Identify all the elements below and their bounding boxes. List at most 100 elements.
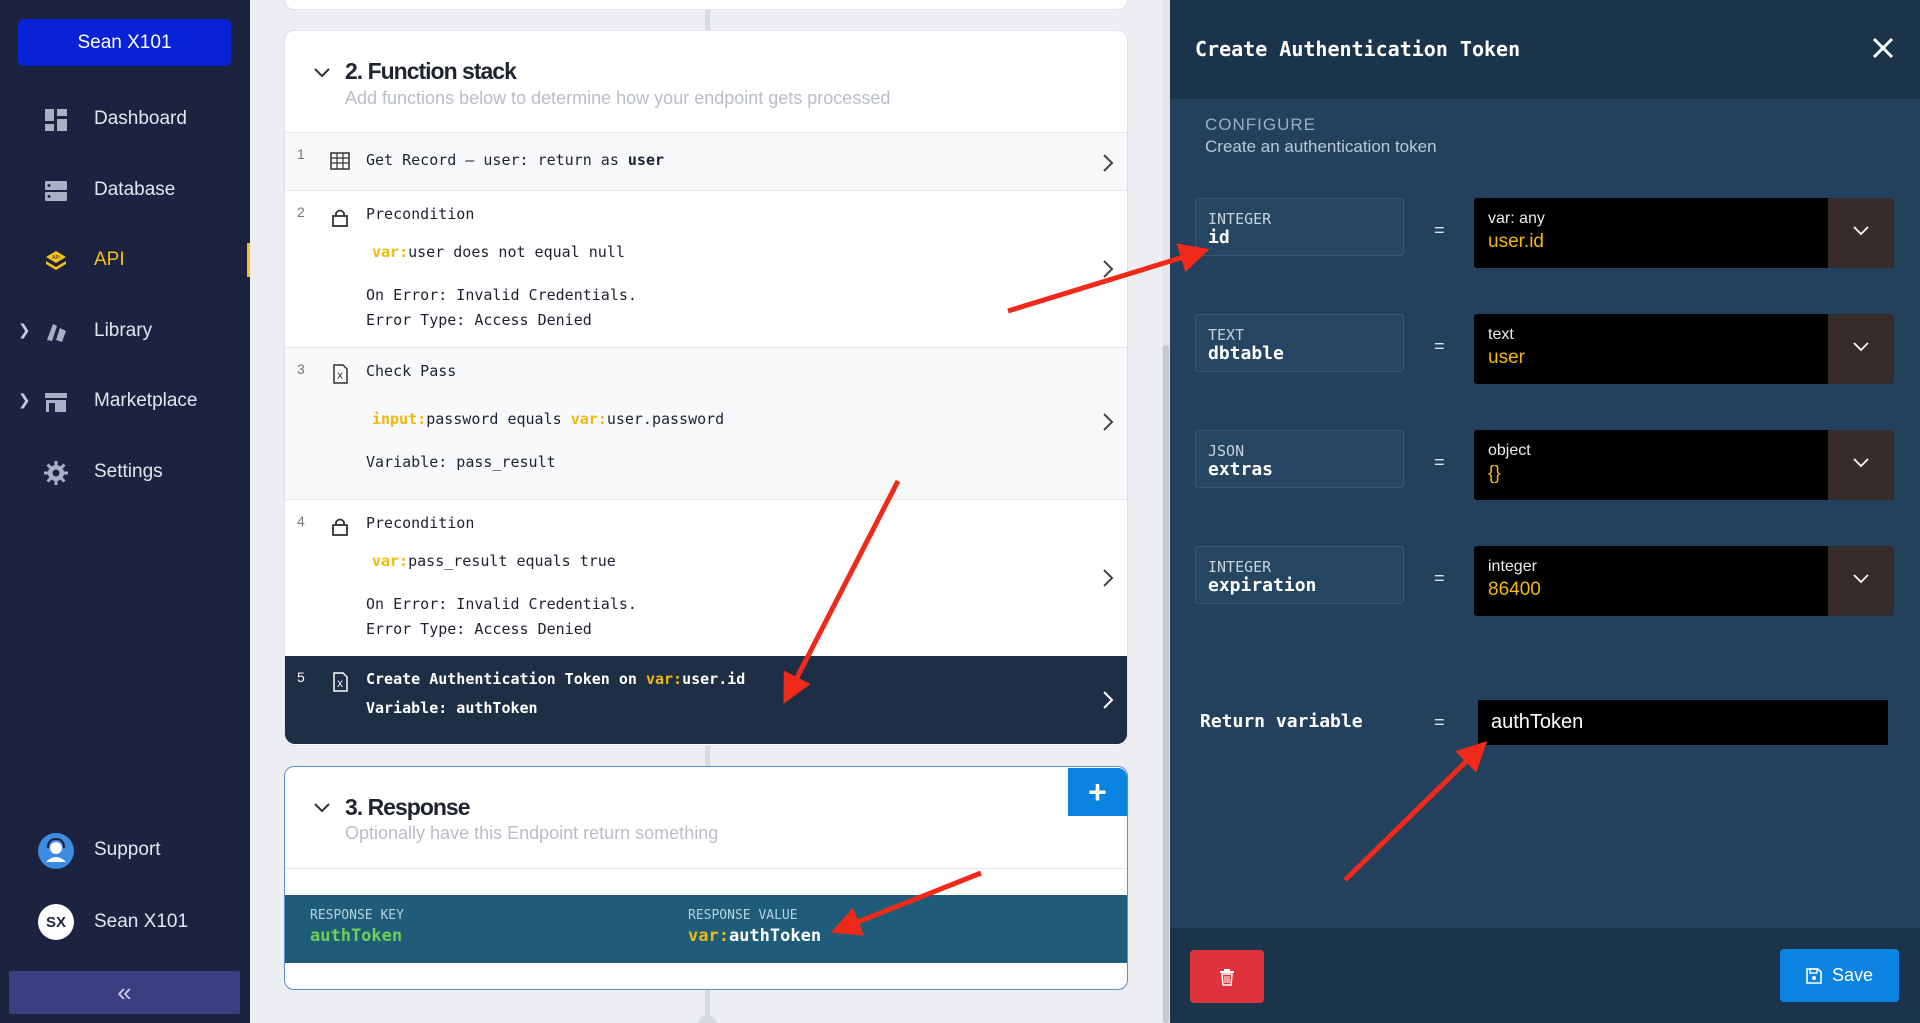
sidebar-item-label: Library: [94, 320, 153, 341]
step-expression: input:password equals var:user.password: [372, 410, 725, 428]
lock-icon: [332, 518, 348, 536]
function-step[interactable]: 3 X Check Pass input:password equals var…: [285, 347, 1127, 499]
response-key-value: authToken: [310, 926, 403, 946]
function-step[interactable]: 2 Precondition var:user does not equal n…: [285, 190, 1127, 347]
chevron-down-icon: [1853, 226, 1869, 236]
function-step[interactable]: 1 Get Record – user: return as user: [285, 132, 1127, 190]
user-name[interactable]: Sean X101: [94, 897, 244, 947]
marketplace-icon: [45, 393, 67, 412]
sidebar-item-label: Database: [94, 179, 176, 200]
sidebar-item-dashboard[interactable]: Dashboard: [0, 94, 250, 144]
step-number: 3: [297, 361, 305, 377]
chevron-down-icon: [1853, 574, 1869, 584]
chevron-down-icon[interactable]: [313, 799, 331, 817]
table-icon: [330, 152, 350, 170]
equals-sign: =: [1434, 568, 1445, 588]
param-key-id: INTEGER id: [1195, 198, 1404, 256]
avatar[interactable]: SX: [38, 904, 74, 940]
function-step[interactable]: 4 Precondition var:pass_result equals tr…: [285, 499, 1127, 656]
equals-sign: =: [1434, 452, 1445, 472]
param-value-input[interactable]: object{}: [1474, 430, 1828, 500]
param-value-input[interactable]: var: any user.id: [1474, 198, 1828, 268]
function-step-selected[interactable]: 5 X Create Authentication Token on var:u…: [285, 656, 1127, 744]
param-key-extras: JSON extras: [1195, 430, 1404, 488]
sidebar-item-support[interactable]: Support: [0, 825, 250, 875]
sidebar-item-api[interactable]: API API: [0, 235, 250, 285]
step-variable: Variable: pass_result: [366, 453, 556, 471]
param-dropdown-button[interactable]: [1828, 430, 1894, 500]
user-name-label: Sean X101: [94, 911, 189, 932]
chevron-down-icon: [1853, 342, 1869, 352]
step-expression: var:pass_result equals true: [372, 552, 616, 570]
workspace-button[interactable]: Sean X101: [18, 19, 231, 66]
panel-header: Create Authentication Token: [1170, 0, 1920, 99]
equals-sign: =: [1434, 712, 1445, 732]
double-chevron-left-icon: «: [117, 977, 132, 1007]
step-title: Precondition: [366, 205, 475, 223]
delete-button[interactable]: [1190, 950, 1264, 1003]
add-response-button[interactable]: +: [1068, 768, 1127, 816]
trash-icon: [1220, 969, 1234, 986]
sidebar-item-library[interactable]: ❯ Library: [0, 306, 250, 356]
chevron-right-icon[interactable]: [1101, 568, 1115, 588]
return-variable-label: Return variable: [1200, 711, 1363, 732]
svg-text:X: X: [337, 372, 343, 382]
sidebar-item-marketplace[interactable]: ❯ Marketplace: [0, 376, 250, 426]
chevron-down-icon: [1853, 458, 1869, 468]
scrollbar[interactable]: [1163, 345, 1169, 1023]
chevron-right-icon[interactable]: ❯: [18, 391, 31, 409]
chevron-right-icon[interactable]: [1101, 412, 1115, 432]
response-row[interactable]: RESPONSE KEY authToken RESPONSE VALUE va…: [285, 895, 1127, 963]
svg-text:X: X: [337, 680, 343, 690]
param-key-expiration: INTEGER expiration: [1195, 546, 1404, 604]
save-label: Save: [1831, 965, 1874, 985]
chevron-right-icon[interactable]: [1101, 259, 1115, 279]
lock-icon: [332, 209, 348, 227]
chevron-right-icon[interactable]: [1101, 153, 1115, 173]
chevron-right-icon[interactable]: ❯: [18, 321, 31, 339]
step-error: On Error: Invalid Credentials.: [366, 595, 637, 613]
step-error-type: Error Type: Access Denied: [366, 311, 592, 329]
svg-text:API: API: [52, 255, 60, 261]
function-config-panel: Create Authentication Token CONFIGURE Cr…: [1170, 0, 1920, 1023]
save-icon: [1806, 967, 1822, 984]
section-label: CONFIGURE: [1205, 115, 1316, 134]
chevron-right-icon[interactable]: [1101, 690, 1115, 710]
response-value: var:authToken: [688, 926, 822, 946]
sidebar-item-label: Dashboard: [94, 108, 187, 129]
database-icon: [45, 181, 67, 201]
response-value-label: RESPONSE VALUE: [688, 908, 798, 923]
return-variable-input[interactable]: [1478, 700, 1888, 745]
equals-sign: =: [1434, 336, 1445, 356]
sidebar: Sean X101 Dashboard Database API API ❯ L…: [0, 0, 250, 1023]
sidebar-item-database[interactable]: Database: [0, 165, 250, 215]
chevron-down-icon[interactable]: [313, 64, 331, 82]
param-dropdown-button[interactable]: [1828, 546, 1894, 616]
gear-icon: [44, 461, 68, 485]
previous-section-card: [284, 0, 1128, 10]
param-value-input[interactable]: integer 86400: [1474, 546, 1828, 616]
param-dropdown-button[interactable]: [1828, 198, 1894, 268]
section-title: 2. Function stack: [345, 58, 517, 84]
step-number: 1: [297, 146, 305, 162]
function-icon: X: [333, 364, 348, 384]
sidebar-item-settings[interactable]: Settings: [0, 447, 250, 497]
param-dropdown-button[interactable]: [1828, 314, 1894, 384]
function-icon: X: [333, 672, 348, 692]
panel-title: Create Authentication Token: [1195, 37, 1521, 61]
step-variable: Variable: authToken: [366, 699, 538, 717]
step-number: 2: [297, 204, 305, 220]
param-value-input[interactable]: text user: [1474, 314, 1828, 384]
step-error-type: Error Type: Access Denied: [366, 620, 592, 638]
close-icon[interactable]: [1871, 36, 1895, 60]
step-title: Precondition: [366, 514, 475, 532]
section-subtitle: Add functions below to determine how you…: [345, 88, 891, 108]
save-button[interactable]: Save: [1780, 949, 1899, 1002]
step-number: 4: [297, 513, 305, 529]
param-key-dbtable: TEXT dbtable: [1195, 314, 1404, 372]
section-subtitle: Optionally have this Endpoint return som…: [345, 823, 719, 843]
collapse-sidebar-button[interactable]: «: [9, 971, 240, 1014]
step-number: 5: [297, 669, 305, 685]
library-icon: [47, 324, 66, 342]
sidebar-item-label: Marketplace: [94, 390, 198, 411]
